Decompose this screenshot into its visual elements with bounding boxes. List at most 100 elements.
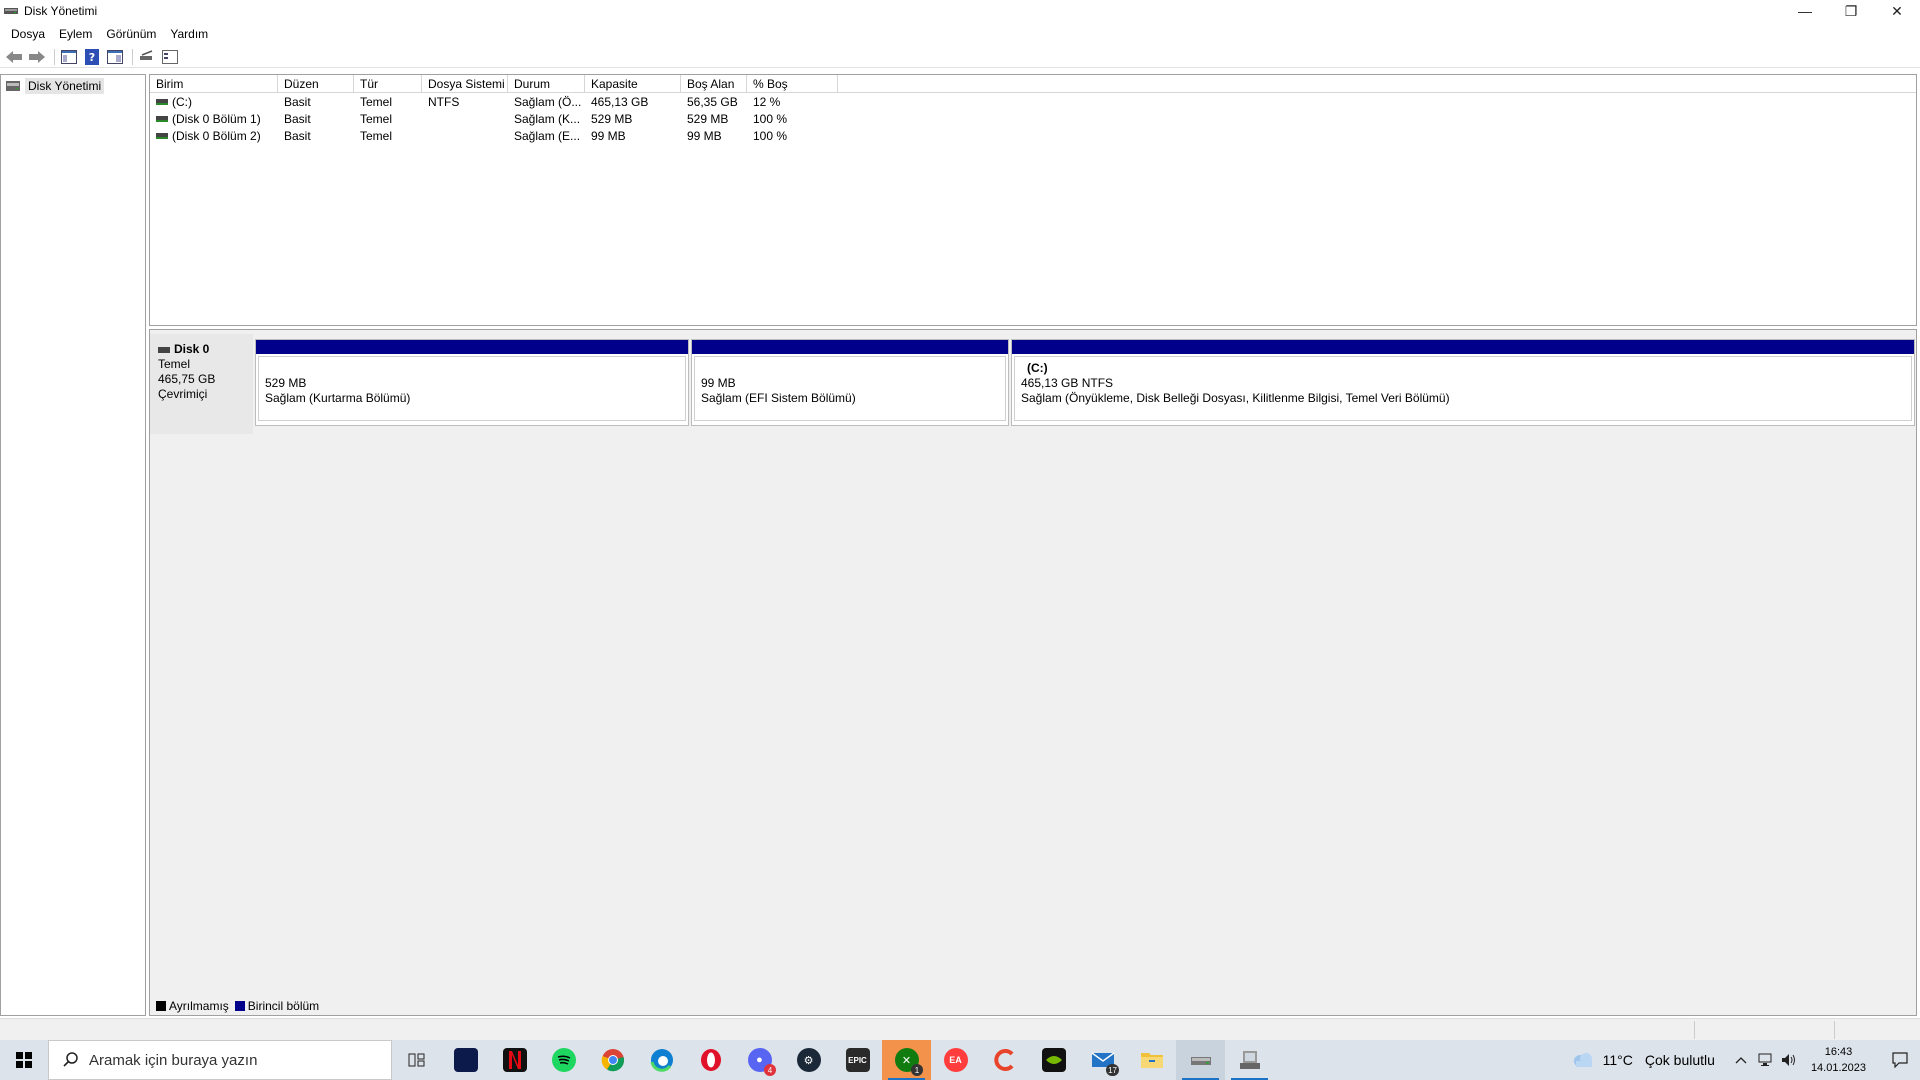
- console-tree-icon: [61, 49, 77, 64]
- taskbar-steam[interactable]: ⚙: [784, 1040, 833, 1080]
- cell-percent-free: 100 %: [753, 111, 788, 126]
- disk-info[interactable]: Disk 0 Temel 465,75 GB Çevrimiçi: [150, 334, 253, 434]
- cell-volume-text: (C:): [172, 94, 192, 109]
- task-view-button[interactable]: [392, 1040, 441, 1080]
- cell-free-space: 56,35 GB: [687, 94, 738, 109]
- window-title: Disk Yönetimi: [24, 4, 98, 18]
- legend-unallocated-label: Ayrılmamış: [169, 999, 229, 1013]
- settings-view-button[interactable]: [160, 48, 180, 66]
- disk-management-icon: [4, 8, 18, 14]
- disk-graphical-view: Disk 0 Temel 465,75 GB Çevrimiçi 529 MB …: [149, 329, 1917, 1016]
- menu-eylem[interactable]: Eylem: [52, 27, 99, 41]
- steam-icon: ⚙: [796, 1048, 821, 1072]
- netflix-icon: [502, 1048, 527, 1072]
- partition-recovery[interactable]: 529 MB Sağlam (Kurtarma Bölümü): [255, 339, 689, 426]
- weather-widget[interactable]: 11°C Çok bulutlu: [1571, 1051, 1715, 1069]
- disk-type: Temel: [158, 357, 191, 371]
- taskbar-ea[interactable]: EA: [931, 1040, 980, 1080]
- svg-text:?: ?: [89, 51, 95, 64]
- taskbar-opera[interactable]: [686, 1040, 735, 1080]
- network-button[interactable]: [1753, 1053, 1777, 1067]
- list-header: Birim Düzen Tür Dosya Sistemi Durum Kapa…: [150, 75, 1916, 93]
- disk-row: Disk 0 Temel 465,75 GB Çevrimiçi 529 MB …: [150, 334, 1916, 434]
- column-header-capacity[interactable]: Kapasite: [585, 75, 681, 92]
- taskbar-nvidia[interactable]: [1029, 1040, 1078, 1080]
- clock[interactable]: 16:43 14.01.2023: [1811, 1044, 1866, 1076]
- taskbar-netflix[interactable]: [490, 1040, 539, 1080]
- column-header-percent-free[interactable]: % Boş: [747, 75, 838, 92]
- epic-games-icon: EPIC: [845, 1048, 870, 1072]
- cell-status: Sağlam (E...: [514, 128, 581, 143]
- menu-gorunum[interactable]: Görünüm: [99, 27, 163, 41]
- show-hide-tree-button[interactable]: [59, 48, 79, 66]
- taskbar-file-explorer[interactable]: [1127, 1040, 1176, 1080]
- chrome-icon: [601, 1049, 624, 1072]
- back-button[interactable]: [4, 48, 24, 66]
- help-button[interactable]: ?: [82, 48, 102, 66]
- search-icon: [63, 1052, 78, 1067]
- taskbar-ccleaner[interactable]: [980, 1040, 1029, 1080]
- toolbar-separator: [132, 48, 133, 65]
- status-segment: [1694, 1021, 1834, 1039]
- taskbar-search[interactable]: Aramak için buraya yazın: [48, 1040, 392, 1080]
- taskbar-epic-games[interactable]: EPIC: [833, 1040, 882, 1080]
- disk-state: Çevrimiçi: [158, 387, 208, 401]
- partition-content: 529 MB Sağlam (Kurtarma Bölümü): [258, 356, 686, 421]
- taskbar-spotify[interactable]: [539, 1040, 588, 1080]
- toolbar-separator: [54, 48, 55, 65]
- connect-disk-button[interactable]: [137, 48, 157, 66]
- mail-badge: 17: [1106, 1064, 1119, 1076]
- help-icon: ?: [85, 48, 99, 65]
- table-row[interactable]: (Disk 0 Bölüm 2) Basit Temel Sağlam (E..…: [150, 127, 1916, 144]
- computer-management-icon: [1239, 1051, 1260, 1069]
- column-header-type[interactable]: Tür: [354, 75, 422, 92]
- close-button[interactable]: ✕: [1874, 0, 1920, 22]
- column-header-volume[interactable]: Birim: [150, 75, 278, 92]
- discord-badge: 4: [764, 1064, 776, 1076]
- column-header-status[interactable]: Durum: [508, 75, 585, 92]
- cell-volume: (C:): [150, 95, 278, 109]
- volume-button[interactable]: [1777, 1053, 1801, 1067]
- clock-time: 16:43: [1824, 1046, 1853, 1058]
- cell-type: Temel: [360, 111, 393, 126]
- start-button[interactable]: [0, 1040, 48, 1080]
- edge-icon: [650, 1049, 673, 1072]
- cell-status: Sağlam (Ö...: [514, 94, 582, 109]
- taskbar-computer-management[interactable]: [1225, 1040, 1274, 1080]
- show-hidden-icons-button[interactable]: [1729, 1056, 1753, 1064]
- taskbar-edge[interactable]: [637, 1040, 686, 1080]
- disk-name: Disk 0: [174, 342, 210, 356]
- cell-volume-text: (Disk 0 Bölüm 1): [172, 111, 261, 126]
- partition-bar: [256, 340, 688, 354]
- menu-dosya[interactable]: Dosya: [4, 27, 52, 41]
- disk-connect-icon: [140, 49, 153, 60]
- column-header-filesystem[interactable]: Dosya Sistemi: [422, 75, 508, 92]
- cell-layout: Basit: [284, 94, 311, 109]
- minimize-button[interactable]: —: [1782, 0, 1828, 22]
- taskbar-discord[interactable]: ● 4: [735, 1040, 784, 1080]
- taskbar-disk-management[interactable]: [1176, 1040, 1225, 1080]
- cell-capacity: 529 MB: [591, 111, 633, 126]
- table-row[interactable]: (Disk 0 Bölüm 1) Basit Temel Sağlam (K..…: [150, 110, 1916, 127]
- taskbar-disney-plus[interactable]: [441, 1040, 490, 1080]
- cell-type: Temel: [360, 128, 393, 143]
- speaker-icon: [1781, 1054, 1795, 1066]
- forward-button[interactable]: [27, 48, 47, 66]
- partition-c[interactable]: (C:) 465,13 GB NTFS Sağlam (Önyükleme, D…: [1011, 339, 1915, 426]
- column-header-layout[interactable]: Düzen: [278, 75, 354, 92]
- column-header-free-space[interactable]: Boş Alan: [681, 75, 747, 92]
- restore-button[interactable]: ❐: [1828, 0, 1874, 22]
- drive-icon: [156, 116, 168, 123]
- legend-unallocated: Ayrılmamış: [156, 999, 229, 1013]
- taskbar-xbox[interactable]: ✕ 1: [882, 1040, 931, 1080]
- partition-efi[interactable]: 99 MB Sağlam (EFI Sistem Bölümü): [691, 339, 1009, 426]
- table-row[interactable]: (C:) Basit Temel NTFS Sağlam (Ö... 465,1…: [150, 93, 1916, 110]
- taskbar-chrome[interactable]: [588, 1040, 637, 1080]
- cell-status: Sağlam (K...: [514, 111, 581, 126]
- properties-button[interactable]: [105, 48, 125, 66]
- cell-percent-free: 100 %: [753, 128, 788, 143]
- menu-yardim[interactable]: Yardım: [163, 27, 215, 41]
- notification-center-button[interactable]: [1880, 1052, 1920, 1068]
- taskbar-mail[interactable]: 17: [1078, 1040, 1127, 1080]
- tree-item-disk-management[interactable]: Disk Yönetimi: [1, 75, 145, 97]
